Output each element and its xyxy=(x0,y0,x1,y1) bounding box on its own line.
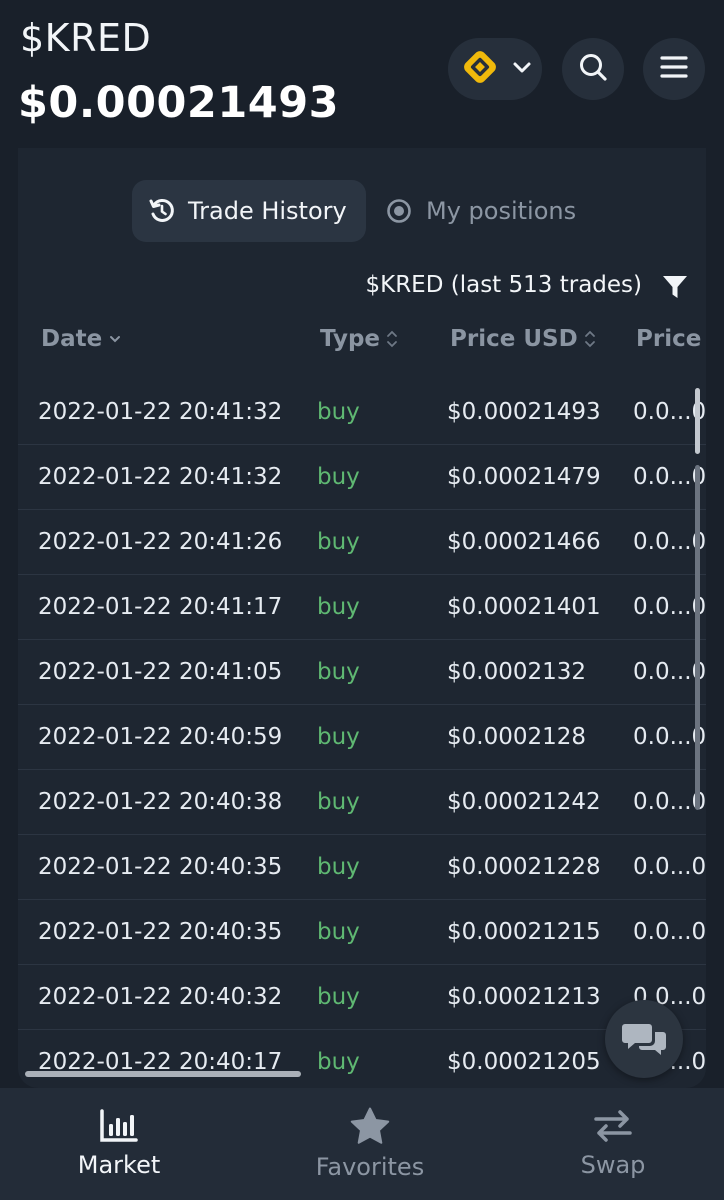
column-header-type-label: Type xyxy=(320,326,381,352)
nav-favorites-label: Favorites xyxy=(315,1153,425,1181)
trade-type-cell: buy xyxy=(317,724,360,750)
table-row[interactable]: 2022-01-22 20:40:59buy$0.00021280.0...00 xyxy=(18,705,706,770)
column-header-price-native-label: Price B xyxy=(636,326,706,352)
trade-type-cell: buy xyxy=(317,854,360,880)
trade-date-cell: 2022-01-22 20:40:35 xyxy=(38,854,283,880)
trade-date-cell: 2022-01-22 20:41:05 xyxy=(38,659,283,685)
trade-date-cell: 2022-01-22 20:41:32 xyxy=(38,399,283,425)
nav-swap[interactable]: Swap xyxy=(560,1088,666,1200)
trade-type-cell: buy xyxy=(317,984,360,1010)
table-row[interactable]: 2022-01-22 20:40:35 buy $0.00021215 0.0...0… xyxy=(18,900,706,965)
chat-bubbles-icon xyxy=(621,1020,667,1058)
table-row[interactable]: 2022-01-22 20:41:32buy$0.000214930.0...0… xyxy=(18,380,706,445)
sort-icon xyxy=(584,329,596,349)
table-row[interactable]: 2022-01-22 20:40:32 buy $0.00021213 0.0...0… xyxy=(18,965,706,1030)
token-ticker: $KRED xyxy=(20,16,152,60)
trade-date-cell: 2022-01-22 20:41:26 xyxy=(38,529,283,555)
tab-my-positions-label: My positions xyxy=(426,197,577,225)
table-row[interactable]: 2022-01-22 20:40:38buy$0.000212420.0...0… xyxy=(18,770,706,835)
trade-price-usd-cell: $0.00021493 xyxy=(447,399,601,425)
table-row[interactable]: 2022-01-22 20:41:32buy$0.000214790.0...0… xyxy=(18,445,706,510)
sort-icon xyxy=(386,329,398,349)
chain-selector-button[interactable] xyxy=(448,38,542,100)
bar-chart-icon xyxy=(100,1109,138,1143)
filter-icon[interactable] xyxy=(662,274,688,304)
column-header-type[interactable]: Type xyxy=(320,326,398,352)
table-row[interactable]: 2022-01-22 20:41:26buy$0.000214660.0...0… xyxy=(18,510,706,575)
bnb-chain-icon xyxy=(459,46,501,92)
trade-type-cell: buy xyxy=(317,594,360,620)
trade-date-cell: 2022-01-22 20:40:59 xyxy=(38,724,283,750)
chevron-down-icon xyxy=(108,332,122,346)
hamburger-menu-icon xyxy=(659,54,689,84)
history-icon xyxy=(148,197,176,225)
tab-trade-history[interactable]: Trade History xyxy=(132,180,366,242)
trade-price-usd-cell: $0.0002132 xyxy=(447,659,587,685)
table-row[interactable]: 2022-01-22 20:40:17buy$0.000212050.0...0… xyxy=(18,1030,706,1088)
column-header-date[interactable]: Date xyxy=(41,326,122,352)
nav-favorites[interactable]: Favorites xyxy=(300,1088,440,1200)
trade-price-native-cell: 0.0...00 xyxy=(633,854,706,880)
trade-type-cell: buy xyxy=(317,399,360,425)
trade-price-usd-cell: $0.00021215 xyxy=(447,919,601,945)
vertical-scrollbar[interactable] xyxy=(695,388,700,454)
trade-type-cell: buy xyxy=(317,1049,360,1075)
trade-price-native-cell: 0.0...00 xyxy=(633,919,706,945)
trades-panel: Trade History My positions $KRED (last 5… xyxy=(18,148,706,1088)
trades-caption: $KRED (last 513 trades) xyxy=(365,272,642,298)
trade-type-cell: buy xyxy=(317,789,360,815)
column-header-price-usd-label: Price USD xyxy=(450,326,578,352)
trade-price-usd-cell: $0.00021213 xyxy=(447,984,601,1010)
nav-market[interactable]: Market xyxy=(68,1088,170,1200)
trade-type-cell: buy xyxy=(317,529,360,555)
target-icon xyxy=(386,198,412,224)
trade-type-cell: buy xyxy=(317,464,360,490)
chevron-down-icon xyxy=(511,56,533,82)
trade-price-usd-cell: $0.00021242 xyxy=(447,789,601,815)
column-header-price-native[interactable]: Price B xyxy=(636,326,706,352)
table-row[interactable]: 2022-01-22 20:41:17buy$0.000214010.0...0… xyxy=(18,575,706,640)
tab-trade-history-label: Trade History xyxy=(188,197,347,225)
chat-button[interactable] xyxy=(605,1000,683,1078)
table-row[interactable]: 2022-01-22 20:40:35 buy $0.00021228 0.0...0… xyxy=(18,835,706,900)
tab-my-positions[interactable]: My positions xyxy=(386,180,576,242)
trade-price-usd-cell: $0.0002128 xyxy=(447,724,587,750)
swap-arrows-icon xyxy=(593,1109,633,1143)
column-header-date-label: Date xyxy=(41,326,103,352)
trade-date-cell: 2022-01-22 20:40:35 xyxy=(38,919,283,945)
trade-price-usd-cell: $0.00021401 xyxy=(447,594,601,620)
search-button[interactable] xyxy=(562,38,624,100)
trade-price-usd-cell: $0.00021479 xyxy=(447,464,601,490)
nav-market-label: Market xyxy=(77,1151,161,1179)
trade-type-cell: buy xyxy=(317,919,360,945)
star-icon xyxy=(350,1107,390,1145)
trade-price-usd-cell: $0.00021228 xyxy=(447,854,601,880)
column-header-price-usd[interactable]: Price USD xyxy=(450,326,596,352)
table-row[interactable]: 2022-01-22 20:41:05buy$0.00021320.0...00 xyxy=(18,640,706,705)
trade-type-cell: buy xyxy=(317,659,360,685)
horizontal-scrollbar[interactable] xyxy=(25,1071,301,1077)
trade-date-cell: 2022-01-22 20:40:32 xyxy=(38,984,283,1010)
token-price: $0.00021493 xyxy=(18,78,340,128)
nav-swap-label: Swap xyxy=(580,1151,646,1179)
trade-date-cell: 2022-01-22 20:40:38 xyxy=(38,789,283,815)
search-icon xyxy=(577,51,609,87)
trade-date-cell: 2022-01-22 20:41:32 xyxy=(38,464,283,490)
trades-table-body: 2022-01-22 20:41:32 buy $0.00021493 0.0...0… xyxy=(18,380,706,1088)
trade-price-usd-cell: $0.00021205 xyxy=(447,1049,601,1075)
bottom-navigation: Market Favorites Swap xyxy=(0,1088,724,1200)
trade-date-cell: 2022-01-22 20:41:17 xyxy=(38,594,283,620)
trade-price-usd-cell: $0.00021466 xyxy=(447,529,601,555)
app-header: $KRED $0.00021493 xyxy=(0,0,724,147)
menu-button[interactable] xyxy=(643,38,705,100)
page-scrollbar[interactable] xyxy=(695,465,700,810)
